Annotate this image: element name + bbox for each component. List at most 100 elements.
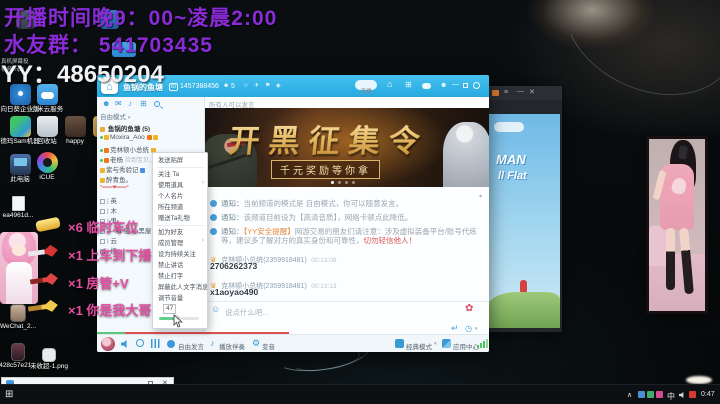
free-speech-label[interactable]: 自由发言 <box>178 341 204 351</box>
menu-item[interactable]: 所在频道 <box>153 202 207 213</box>
minimize-icon[interactable]: — <box>452 81 459 88</box>
favorite-icon[interactable]: ☆ <box>243 83 248 89</box>
shield-icon[interactable]: ◈ <box>276 83 281 89</box>
vip-badge-icon <box>100 177 105 183</box>
mixer-icon[interactable] <box>151 339 160 348</box>
viewer-minimize-icon[interactable]: — <box>517 88 524 95</box>
member-count: 5 <box>231 83 235 90</box>
carousel-dot[interactable] <box>352 181 355 184</box>
member-row[interactable]: Moxira_Aoo <box>100 134 202 143</box>
clock[interactable]: 0:47 <box>701 391 715 398</box>
classic-mode-label[interactable]: 经典模式 <box>406 341 432 351</box>
id-badge: ID <box>169 83 178 91</box>
menu-item[interactable]: 成员管理 › <box>153 238 207 249</box>
mode-caret-icon[interactable]: ▾ <box>434 342 437 347</box>
taskbar: ⊞ G W f ∧ 中 0:47 <box>0 384 720 404</box>
ime-indicator[interactable]: 中 <box>667 391 675 402</box>
menu-item[interactable]: 发送贴屏 <box>153 155 207 166</box>
medal-badge-icon <box>140 167 146 173</box>
menu-item[interactable]: 赠送Ta礼物 <box>153 213 207 224</box>
expander-icon[interactable] <box>100 198 105 204</box>
music-icon[interactable]: ♪ <box>128 100 132 108</box>
desktop-icon-icue[interactable]: iCUE <box>24 152 70 181</box>
menu-item[interactable]: 禁止讲话 <box>153 260 207 271</box>
apps-grid-icon[interactable]: ⊞ <box>140 100 147 108</box>
rose-gift-icon[interactable]: ✿ <box>465 304 473 314</box>
emoji-icon[interactable]: ☺ <box>211 305 220 314</box>
icue-icon <box>36 152 58 173</box>
home-tab-icon[interactable]: ⌂ <box>387 80 392 89</box>
poster-character <box>520 280 527 292</box>
carousel-dot[interactable] <box>331 181 334 184</box>
menu-item[interactable]: 关注 Ta <box>153 169 207 180</box>
mouse-cursor <box>173 314 183 328</box>
play-accompaniment-label[interactable]: 播放伴奏 <box>219 341 245 351</box>
send-enter-icon[interactable]: ↵ <box>451 324 459 333</box>
search-icon-handle <box>160 106 163 109</box>
tray-icon[interactable] <box>638 391 645 398</box>
tray-icon[interactable] <box>656 391 663 398</box>
viewer-close-icon[interactable]: ✕ <box>529 89 535 96</box>
sticker-face <box>12 244 26 256</box>
contact-icon[interactable]: ☻ <box>102 100 110 108</box>
signal-bars-icon <box>480 343 482 348</box>
account-icon[interactable]: ☻ <box>440 82 447 89</box>
signal-bars-icon <box>477 345 479 348</box>
tray-expand-icon[interactable]: ∧ <box>627 392 632 399</box>
desktop-icon-file3[interactable]: 未收超-1.png <box>26 348 72 370</box>
channels-icon[interactable]: ⊞ <box>405 81 412 89</box>
banner-title: 开黑征集令 <box>227 116 432 161</box>
send-icon[interactable]: ✈ <box>254 83 259 89</box>
channel-root-row[interactable]: 鱼锅的鱼塘 (5) <box>100 123 202 132</box>
carousel-dot[interactable] <box>338 181 341 184</box>
image-file-icon-2 <box>11 343 25 361</box>
voice-change-label[interactable]: 变音 <box>262 341 275 351</box>
signal-bars-icon <box>483 341 485 348</box>
share-icon[interactable]: ⚑ <box>265 83 270 89</box>
image-file-icon <box>10 304 26 322</box>
viewer-menu-icon[interactable]: ≡ <box>504 89 508 96</box>
vip-badge-icon <box>100 167 105 173</box>
send-options-caret-icon[interactable]: ▾ <box>475 327 478 332</box>
menu-item[interactable]: 加为好友 <box>153 227 207 238</box>
menu-item[interactable]: 使用道具 › <box>153 180 207 191</box>
mode-dropdown[interactable]: 自由模式 ▾ <box>100 111 202 120</box>
gear-icon[interactable]: ⚙ <box>252 339 260 348</box>
promo-banner[interactable]: 开黑征集令 千元奖励等你拿 <box>205 108 489 187</box>
menu-item[interactable]: 禁止打字 <box>153 271 207 282</box>
vip-badge-icon <box>104 147 109 153</box>
mic-icon[interactable] <box>136 339 144 347</box>
vip-badge-icon <box>104 157 109 163</box>
mail-icon[interactable]: ✉ <box>115 100 122 108</box>
desktop-icon-file1[interactable]: ea4961d... <box>0 196 41 219</box>
chat-input[interactable]: ☺ 说点什么吧... ✿ ↵ ◷ ▾ <box>205 302 489 334</box>
menu-item[interactable]: 调节音量 <box>153 293 207 304</box>
start-button[interactable]: ⊞ <box>5 390 13 400</box>
expander-icon[interactable] <box>100 208 105 214</box>
expander-icon[interactable] <box>100 238 105 244</box>
live-pill[interactable]: 直播 <box>355 80 377 95</box>
menu-item[interactable]: 设为持续关注 <box>153 249 207 260</box>
send-timer-icon[interactable]: ◷ <box>465 325 472 333</box>
game-poster: MAN ll Flat <box>488 114 560 328</box>
tray-icon-red[interactable] <box>689 391 696 398</box>
tray-icon[interactable] <box>647 391 654 398</box>
menu-item[interactable]: 屏蔽此人文字消息 <box>153 282 207 293</box>
online-dot <box>100 158 103 162</box>
music-note-icon[interactable]: ♪ <box>210 339 215 348</box>
tray-volume-icon[interactable] <box>679 392 684 398</box>
cam-chair <box>649 226 667 266</box>
cam-leg <box>666 228 675 290</box>
overlay-yy-id: YY：48650204 <box>1 61 164 88</box>
speaker-icon[interactable] <box>121 340 127 348</box>
carousel-dot[interactable] <box>345 181 348 184</box>
notice-icon <box>210 200 217 207</box>
power-close-icon[interactable] <box>473 82 480 89</box>
maximize-icon[interactable] <box>463 83 468 88</box>
banner-armor-character <box>443 122 489 187</box>
avatar[interactable] <box>101 337 115 351</box>
gamepad-icon[interactable] <box>422 83 431 89</box>
app-center-label[interactable]: 应用中心 <box>453 341 479 351</box>
volume-tooltip: 47 <box>163 304 177 314</box>
menu-item[interactable]: 个人名片 <box>153 191 207 202</box>
